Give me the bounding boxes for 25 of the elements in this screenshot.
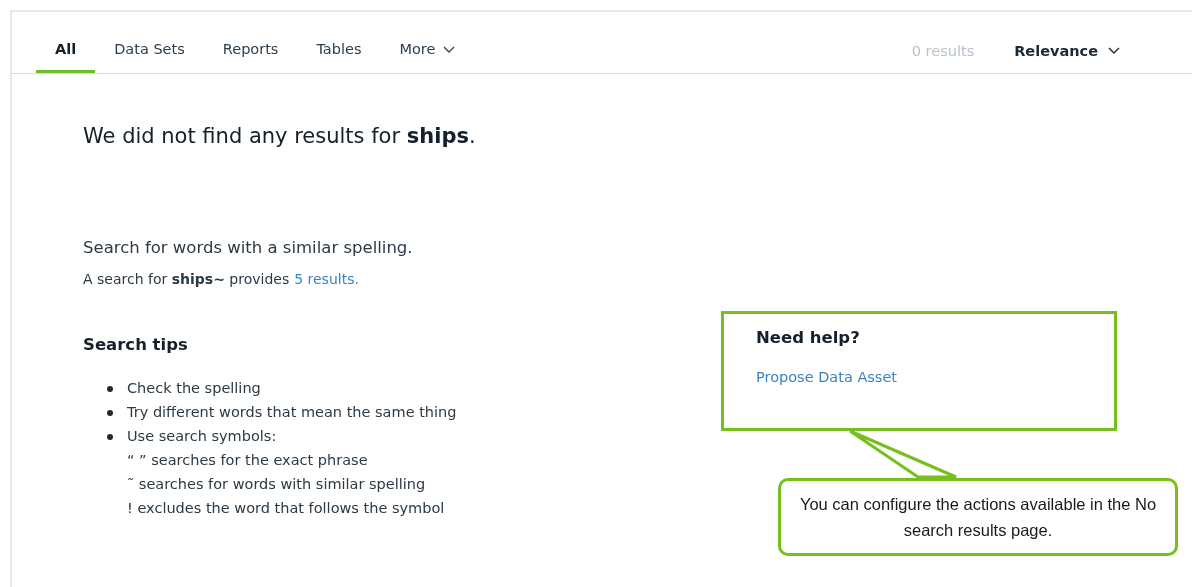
tip-text: Use search symbols: (127, 427, 278, 446)
sort-dropdown[interactable]: Relevance (1014, 42, 1120, 59)
tip-text: ! excludes the word that follows the symbol (127, 499, 445, 518)
bullet-icon (107, 410, 113, 416)
tab[interactable]: All (36, 12, 96, 73)
tab[interactable]: Tables (297, 12, 381, 73)
tab[interactable]: Reports (203, 12, 298, 73)
tip-text: Try different words that mean the same thing (127, 403, 457, 422)
chevron-down-icon (443, 45, 456, 54)
tip-text: “ ” searches for the exact phrase (127, 451, 369, 470)
help-title: Need help? (756, 328, 861, 347)
bullet-icon (107, 386, 113, 392)
suggestion-text: A search for ships~ provides (83, 271, 290, 287)
results-link[interactable]: 5 results. (294, 271, 359, 287)
result-count: 0 results (911, 42, 975, 59)
tip-text: ˜ searches for words with similar spelling (127, 475, 427, 494)
tab[interactable]: More (380, 12, 475, 73)
suggestion-title: Search for words with a similar spelling. (83, 238, 414, 257)
no-results-heading: We did not find any results for ships. (83, 124, 477, 148)
bullet-icon (107, 434, 113, 440)
chevron-down-icon (1108, 46, 1120, 55)
tip-text: Check the spelling (127, 379, 261, 398)
tab[interactable]: Data Sets (95, 12, 204, 73)
propose-data-asset-link[interactable]: Propose Data Asset (756, 369, 898, 385)
tips-title: Search tips (83, 335, 189, 354)
